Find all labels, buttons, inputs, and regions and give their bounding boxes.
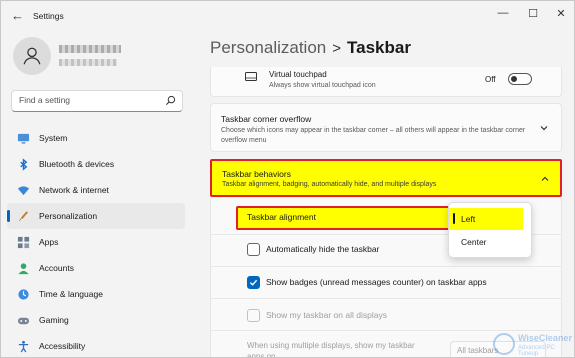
wifi-icon: [16, 183, 30, 197]
monitor-icon: [16, 131, 30, 145]
watermark-logo: WiseCleaner Advanced PC Tuneup: [493, 331, 574, 357]
search-box[interactable]: [11, 90, 183, 112]
search-input[interactable]: [19, 95, 159, 105]
sidebar-item-bluetooth[interactable]: Bluetooth & devices: [7, 151, 185, 177]
sidebar-item-label: Accessibility: [39, 341, 86, 351]
chevron-up-icon[interactable]: [540, 174, 550, 184]
auto-hide-checkbox[interactable]: [247, 242, 260, 256]
sidebar-item-label: Accounts: [39, 263, 74, 273]
all-displays-checkbox: [247, 308, 260, 322]
alignment-option-left[interactable]: Left: [449, 208, 523, 230]
taskbar-alignment-label: Taskbar alignment: [247, 212, 316, 222]
divider: [211, 266, 561, 267]
brush-icon: [16, 209, 30, 223]
taskbar-behaviors-subtitle: Taskbar alignment, badging, automaticall…: [222, 181, 437, 188]
chevron-down-icon[interactable]: [539, 123, 549, 133]
person-icon: [16, 261, 30, 275]
accessibility-icon: [16, 339, 30, 353]
virtual-touchpad-title: Virtual touchpad: [269, 70, 327, 79]
globe-clock-icon: [16, 287, 30, 301]
corner-overflow-title: Taskbar corner overflow: [221, 114, 312, 124]
toggle-knob: [511, 76, 517, 82]
back-arrow-icon[interactable]: ←: [11, 8, 24, 23]
taskbar-corner-overflow-row[interactable]: Taskbar corner overflow Choose which ico…: [210, 103, 562, 152]
bluetooth-icon: [16, 157, 30, 171]
taskbar-behaviors-title: Taskbar behaviors: [222, 169, 291, 179]
search-icon[interactable]: [165, 95, 176, 106]
sidebar-item-personalization[interactable]: Personalization: [7, 203, 185, 229]
virtual-touchpad-toggle[interactable]: [508, 73, 532, 85]
person-icon: [23, 47, 41, 65]
close-button[interactable]: ✕: [552, 7, 570, 20]
auto-hide-label: Automatically hide the taskbar: [266, 244, 380, 254]
breadcrumb-parent[interactable]: Personalization: [210, 38, 326, 57]
apps-icon: [16, 235, 30, 249]
badges-checkbox[interactable]: [247, 275, 260, 289]
sidebar-item-label: System: [39, 133, 68, 143]
sidebar-item-gaming[interactable]: Gaming: [7, 307, 185, 333]
virtual-touchpad-row: Virtual touchpad Always show virtual tou…: [210, 67, 562, 97]
sidebar-item-label: Bluetooth & devices: [39, 159, 115, 169]
app-title: Settings: [33, 11, 64, 21]
sidebar-item-time-language[interactable]: Time & language: [7, 281, 185, 307]
breadcrumb: Personalization > Taskbar: [210, 38, 411, 58]
sidebar-item-accounts[interactable]: Accounts: [7, 255, 185, 281]
sidebar-item-apps[interactable]: Apps: [7, 229, 185, 255]
sidebar-item-label: Network & internet: [39, 185, 109, 195]
page-title: Taskbar: [347, 38, 411, 57]
taskbar-behaviors-header[interactable]: Taskbar behaviors Taskbar alignment, bad…: [210, 159, 562, 197]
alignment-option-label: Center: [461, 237, 487, 247]
sidebar-item-system[interactable]: System: [7, 125, 185, 151]
alignment-option-label: Left: [461, 214, 476, 224]
sidebar-item-network[interactable]: Network & internet: [7, 177, 185, 203]
gamepad-icon: [16, 313, 30, 327]
username-redacted: [59, 45, 121, 53]
sidebar-item-accessibility[interactable]: Accessibility: [7, 333, 185, 357]
corner-overflow-subtitle: Choose which icons may appear in the tas…: [221, 127, 526, 144]
divider: [211, 298, 561, 299]
minimize-button[interactable]: —: [494, 7, 512, 19]
touchpad-icon: [245, 72, 257, 81]
sidebar-item-label: Gaming: [39, 315, 69, 325]
badges-row[interactable]: Show badges (unread messages counter) on…: [247, 274, 487, 290]
title-bar: ← Settings — ☐ ✕: [1, 1, 574, 31]
sidebar-item-label: Personalization: [39, 211, 98, 221]
multi-display-label: When using multiple displays, show my ta…: [247, 341, 415, 358]
watermark-circle-icon: [493, 333, 515, 355]
all-displays-row: Show my taskbar on all displays: [247, 307, 387, 323]
sidebar-nav: System Bluetooth & devices Network & int…: [7, 125, 185, 357]
virtual-touchpad-subtitle: Always show virtual touchpad icon: [269, 82, 376, 89]
badges-label: Show badges (unread messages counter) on…: [266, 277, 487, 287]
useremail-redacted: [59, 59, 117, 66]
toggle-state-label: Off: [485, 75, 496, 84]
all-displays-label: Show my taskbar on all displays: [266, 310, 387, 320]
alignment-dropdown[interactable]: Left Center: [448, 202, 532, 258]
checkmark-icon: [249, 279, 258, 286]
watermark-subtext: Advanced PC Tuneup: [518, 345, 555, 357]
settings-window: ← Settings — ☐ ✕ System: [0, 0, 575, 358]
watermark-text: WiseCleaner: [518, 333, 572, 343]
alignment-option-center[interactable]: Center: [449, 231, 533, 253]
maximize-button[interactable]: ☐: [524, 7, 542, 20]
breadcrumb-separator: >: [332, 40, 342, 57]
auto-hide-row[interactable]: Automatically hide the taskbar: [247, 241, 379, 257]
avatar[interactable]: [13, 37, 51, 75]
sidebar-item-label: Time & language: [39, 289, 103, 299]
sidebar-item-label: Apps: [39, 237, 59, 247]
